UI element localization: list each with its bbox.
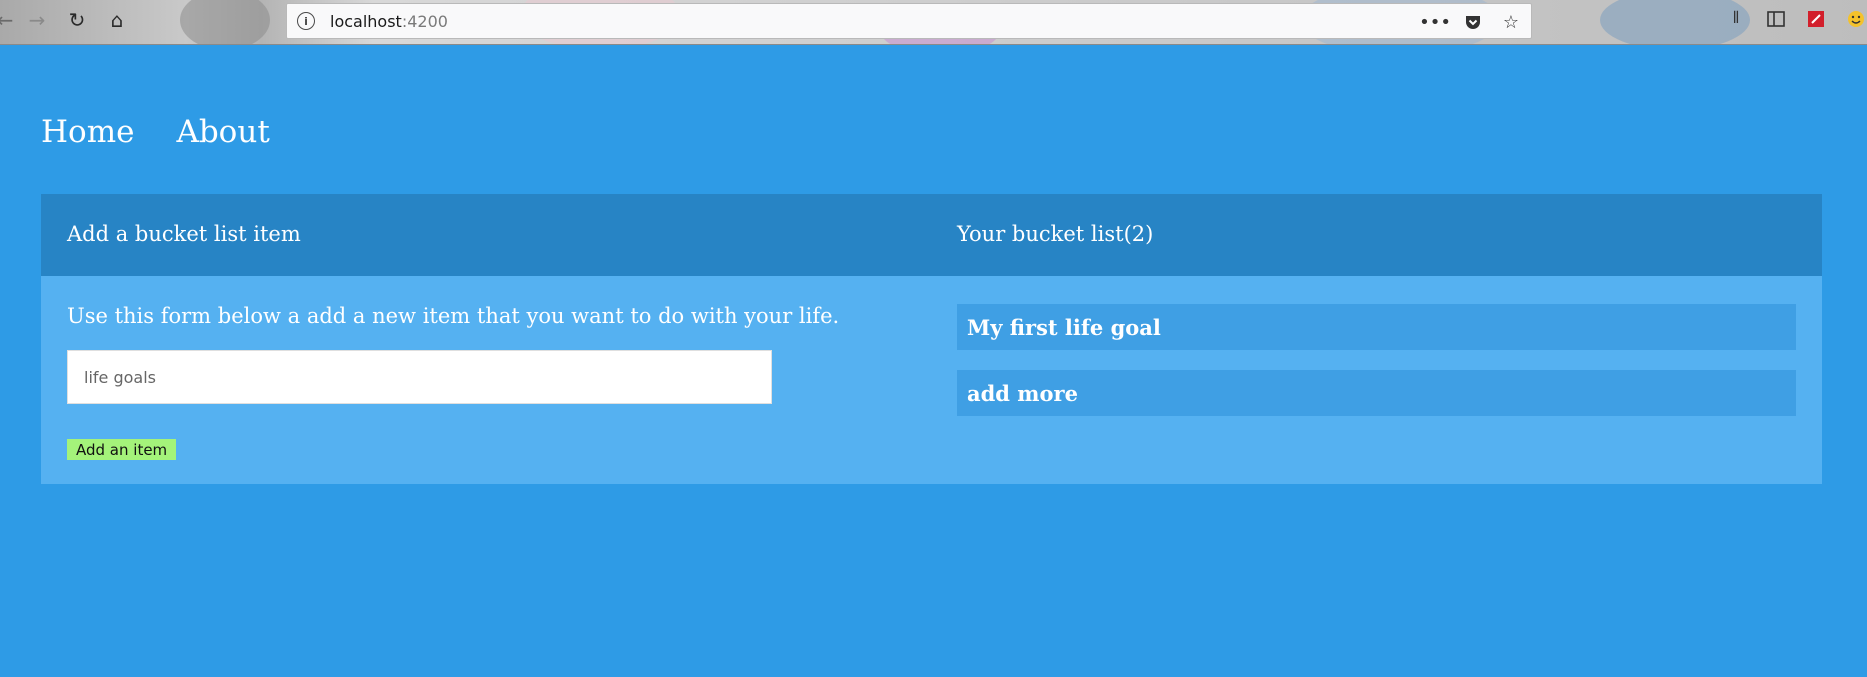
browser-toolbar: ← → ↻ ⌂ i localhost:4200 ••• ☆ 𝍪 (0, 0, 1867, 45)
bucket-list-panel: Add a bucket list item Your bucket list(… (41, 194, 1822, 484)
panel-header: Add a bucket list item Your bucket list(… (41, 194, 1822, 276)
library-icon[interactable]: 𝍪 (1725, 8, 1747, 30)
add-section-heading: Add a bucket list item (67, 222, 301, 246)
nav-home-link[interactable]: Home (41, 114, 134, 150)
back-icon[interactable]: ← (0, 7, 18, 33)
url-host: localhost (330, 11, 402, 31)
home-icon[interactable]: ⌂ (104, 7, 130, 33)
bucket-list-item[interactable]: add more (957, 370, 1796, 416)
forward-icon[interactable]: → (24, 7, 50, 33)
info-icon[interactable]: i (297, 12, 315, 30)
bucket-list-item[interactable]: My first life goal (957, 304, 1796, 350)
list-section-heading: Your bucket list(2) (957, 222, 1154, 246)
emoji-icon[interactable] (1845, 8, 1867, 30)
page-nav: Home About (41, 114, 270, 150)
sidebar-icon[interactable] (1765, 8, 1787, 30)
form-description: Use this form below a add a new item tha… (67, 304, 840, 328)
reload-icon[interactable]: ↻ (64, 7, 90, 33)
pocket-icon[interactable] (1461, 10, 1485, 34)
extension-icon[interactable] (1805, 8, 1827, 30)
url-port: :4200 (401, 11, 448, 31)
address-bar[interactable]: i localhost:4200 ••• ☆ (286, 3, 1532, 39)
goal-input[interactable] (67, 350, 772, 404)
more-icon[interactable]: ••• (1419, 10, 1451, 34)
url-text[interactable]: localhost:4200 (330, 12, 448, 31)
add-item-button[interactable]: Add an item (67, 439, 177, 460)
bookmark-star-icon[interactable]: ☆ (1499, 10, 1523, 34)
nav-about-link[interactable]: About (176, 114, 269, 150)
